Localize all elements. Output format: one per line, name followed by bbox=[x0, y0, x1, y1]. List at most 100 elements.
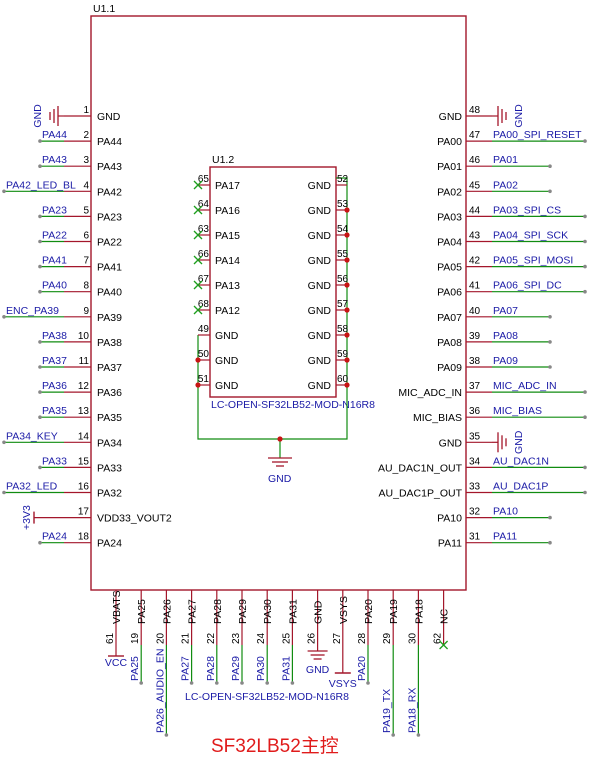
u1-1-pin-5-name: PA23 bbox=[97, 211, 122, 223]
u1-1-pin-38-endpoint bbox=[548, 365, 552, 369]
u1-1-pin-30-name: PA18 bbox=[413, 599, 425, 624]
u1-1-pin-15-name: PA33 bbox=[97, 462, 122, 474]
u1-1-pin-9-number: 9 bbox=[83, 306, 89, 317]
u1-1-pin-25-number: 25 bbox=[281, 632, 292, 644]
u1-1-pin-29-number: 29 bbox=[382, 632, 393, 644]
u1-1-pin-6-name: PA22 bbox=[97, 237, 122, 249]
net-label-pa24: PA24 bbox=[42, 531, 67, 543]
u1-1-pin-32-name: PA10 bbox=[437, 513, 462, 525]
u1-1-pin-61-number: 61 bbox=[105, 632, 116, 644]
u1-1-pin-39-endpoint bbox=[548, 340, 552, 344]
u1-1-pin-26-number: 26 bbox=[307, 632, 318, 644]
u1-1-pin-1-name: GND bbox=[97, 111, 121, 123]
net-label-enc-pa39: ENC_PA39 bbox=[6, 305, 59, 317]
u1-1-pin-43-number: 43 bbox=[469, 231, 481, 242]
power-vcc-label: VCC bbox=[105, 657, 128, 669]
u1-1-pin-7-name: PA41 bbox=[97, 262, 122, 274]
net-label-pa03-spi-cs: PA03_SPI_CS bbox=[493, 204, 561, 216]
u1-2-part-label: LC-OPEN-SF32LB52-MOD-N16R8 bbox=[211, 399, 375, 411]
u1-1-part-label: LC-OPEN-SF32LB52-MOD-N16R8 bbox=[185, 691, 349, 703]
u1-2-pin-55-name: GND bbox=[308, 255, 332, 267]
u1-1-pin-39-name: PA08 bbox=[437, 337, 462, 349]
net-label-pa09: PA09 bbox=[493, 355, 518, 367]
u1-1-pin-35-name: GND bbox=[439, 437, 463, 449]
u1-1-pin-1-gnd-label: GND bbox=[32, 104, 44, 128]
u1-2-pin-54-name: GND bbox=[308, 230, 332, 242]
u1-1-pin-48-number: 48 bbox=[469, 105, 481, 116]
u1-1-pin-8-number: 8 bbox=[83, 281, 89, 292]
net-label-pa04-spi-sck: PA04_SPI_SCK bbox=[493, 230, 568, 242]
net-label-pa27: PA27 bbox=[180, 656, 192, 681]
u1-1-pin-18-number: 18 bbox=[78, 532, 90, 543]
u1-1-pin-42-endpoint bbox=[583, 264, 587, 269]
u1-1-pin-39-number: 39 bbox=[469, 331, 481, 342]
u1-1-pin-14-name: PA34 bbox=[97, 437, 122, 449]
u1-2-pin-53-junction bbox=[344, 207, 350, 213]
u1-1-body[interactable] bbox=[90, 15, 467, 591]
u1-1-pin-45-endpoint bbox=[548, 189, 552, 194]
net-label-pa37: PA37 bbox=[42, 355, 67, 367]
u1-1-pin-46-number: 46 bbox=[469, 155, 481, 166]
u1-1-pin-33-number: 33 bbox=[469, 482, 481, 493]
u1-2-pin-68-name: PA12 bbox=[215, 305, 240, 317]
u1-1-pin-10-name: PA38 bbox=[97, 337, 122, 349]
u1-2-pin-49-number: 49 bbox=[198, 324, 210, 335]
u1-1-pin-38-name: PA09 bbox=[437, 362, 462, 374]
u1-1-ref: U1.1 bbox=[93, 3, 115, 15]
u1-1-pin-61-name: VBATS bbox=[111, 590, 123, 624]
net-label-pa05-spi-mosi: PA05_SPI_MOSI bbox=[493, 255, 573, 267]
u1-1-pin-2-name: PA44 bbox=[97, 136, 122, 148]
u1-1-pin-41-number: 41 bbox=[469, 281, 481, 292]
u1-2-pin-59-name: GND bbox=[308, 355, 332, 367]
net-label-pa07: PA07 bbox=[493, 305, 518, 317]
u1-1-pin-42-number: 42 bbox=[469, 256, 481, 267]
u1-1-pin-2-number: 2 bbox=[83, 130, 89, 141]
u1-2-pin-67-name: PA13 bbox=[215, 280, 240, 292]
u1-2-pin-57-junction bbox=[344, 307, 350, 313]
net-label-pa38: PA38 bbox=[42, 330, 67, 342]
u1-1-pin-34-name: AU_DAC1N_OUT bbox=[378, 462, 463, 474]
u1-2-pin-58-junction bbox=[344, 332, 350, 338]
u1-1-pin-20-number: 20 bbox=[155, 632, 166, 644]
net-label-pa30: PA30 bbox=[255, 656, 267, 681]
u1-1-pin-19-name: PA25 bbox=[136, 599, 148, 624]
net-label-pa18-rx: PA18_RX bbox=[406, 688, 418, 733]
u1-1-pin-31-number: 31 bbox=[469, 532, 481, 543]
u1-2-pin-54-junction bbox=[344, 232, 350, 238]
u1-1-pin-40-name: PA07 bbox=[437, 312, 462, 324]
net-label-pa00-spi-reset: PA00_SPI_RESET bbox=[493, 129, 582, 141]
u1-2-pin-56-name: GND bbox=[308, 280, 332, 292]
u1-2-pin-66-name: PA14 bbox=[215, 255, 240, 267]
u1-1-pin-45-name: PA02 bbox=[437, 186, 462, 198]
u1-1-pin-44-number: 44 bbox=[469, 205, 481, 216]
u1-2-pin-57-name: GND bbox=[308, 305, 332, 317]
u1-2-pin-52-name: GND bbox=[308, 180, 332, 192]
u1-1-pin-62-name: NC bbox=[439, 608, 451, 624]
u1-1-pin-17-number: 17 bbox=[78, 507, 90, 518]
u1-1-pin-12-name: PA36 bbox=[97, 387, 122, 399]
u1-1-pin-20-name: PA26 bbox=[161, 599, 173, 624]
net-label-pa06-spi-dc: PA06_SPI_DC bbox=[493, 280, 562, 292]
u1-1-pin-31-endpoint bbox=[548, 540, 552, 545]
net-label-pa35: PA35 bbox=[42, 405, 67, 417]
u1-1-pin-46-name: PA01 bbox=[437, 161, 462, 173]
u1-1-pin-45-number: 45 bbox=[469, 180, 481, 191]
u1-1-pin-21-name: PA27 bbox=[187, 599, 199, 624]
u1-1-pin-41-name: PA06 bbox=[437, 287, 462, 299]
net-label-pa31: PA31 bbox=[280, 656, 292, 681]
u1-1-pin-24-name: PA30 bbox=[262, 599, 274, 624]
u1-2-pin-58-name: GND bbox=[308, 330, 332, 342]
net-label-pa02: PA02 bbox=[493, 179, 518, 191]
u1-2-pin-52-number: 52 bbox=[337, 174, 349, 185]
net-label-pa11: PA11 bbox=[493, 531, 517, 543]
u1-1-pin-17-name: VDD33_VOUT2 bbox=[97, 513, 172, 525]
u1-1-pin-22-name: PA28 bbox=[212, 599, 224, 624]
u1-2-pin-59-junction bbox=[344, 357, 350, 363]
u1-1-pin-12-number: 12 bbox=[78, 381, 90, 392]
u1-1-pin-62-number: 62 bbox=[433, 632, 444, 644]
u1-1-pin-9-name: PA39 bbox=[97, 312, 122, 324]
u1-1-pin-3-name: PA43 bbox=[97, 161, 122, 173]
u1-1-pin-16-name: PA32 bbox=[97, 488, 122, 500]
u1-2-ref: U1.2 bbox=[212, 154, 234, 166]
u1-1-pin-10-number: 10 bbox=[78, 331, 90, 342]
